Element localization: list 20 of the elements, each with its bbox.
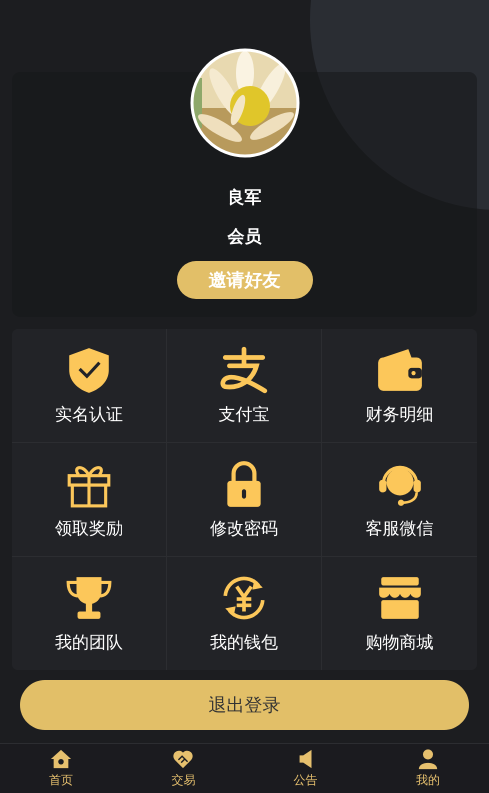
menu-item[interactable]: 客服微信 [322,443,477,557]
menu-item[interactable]: 我的团队 [12,557,167,670]
tab[interactable]: 交易 [122,744,244,793]
handshake-heart-icon [172,748,194,770]
menu-item[interactable]: 购物商城 [322,557,477,670]
menu-item[interactable]: 实名认证 [12,329,167,443]
menu-item[interactable]: 修改密码 [167,443,322,557]
menu-item[interactable]: 财务明细 [322,329,477,443]
home-icon [50,748,72,770]
menu-item[interactable]: 领取奖励 [12,443,167,557]
tab[interactable]: 公告 [244,744,367,793]
payment-logo-icon [219,345,269,395]
tab[interactable]: 我的 [366,744,489,793]
user-name: 良军 [228,188,262,208]
tab[interactable]: 首页 [0,744,122,793]
logout-button[interactable]: 退出登录 [20,680,469,730]
menu-item[interactable]: 我的钱包 [167,557,322,670]
user-icon [416,748,439,770]
member-level: 会员 [228,227,262,247]
menu-item[interactable]: 支付宝 [167,329,322,443]
